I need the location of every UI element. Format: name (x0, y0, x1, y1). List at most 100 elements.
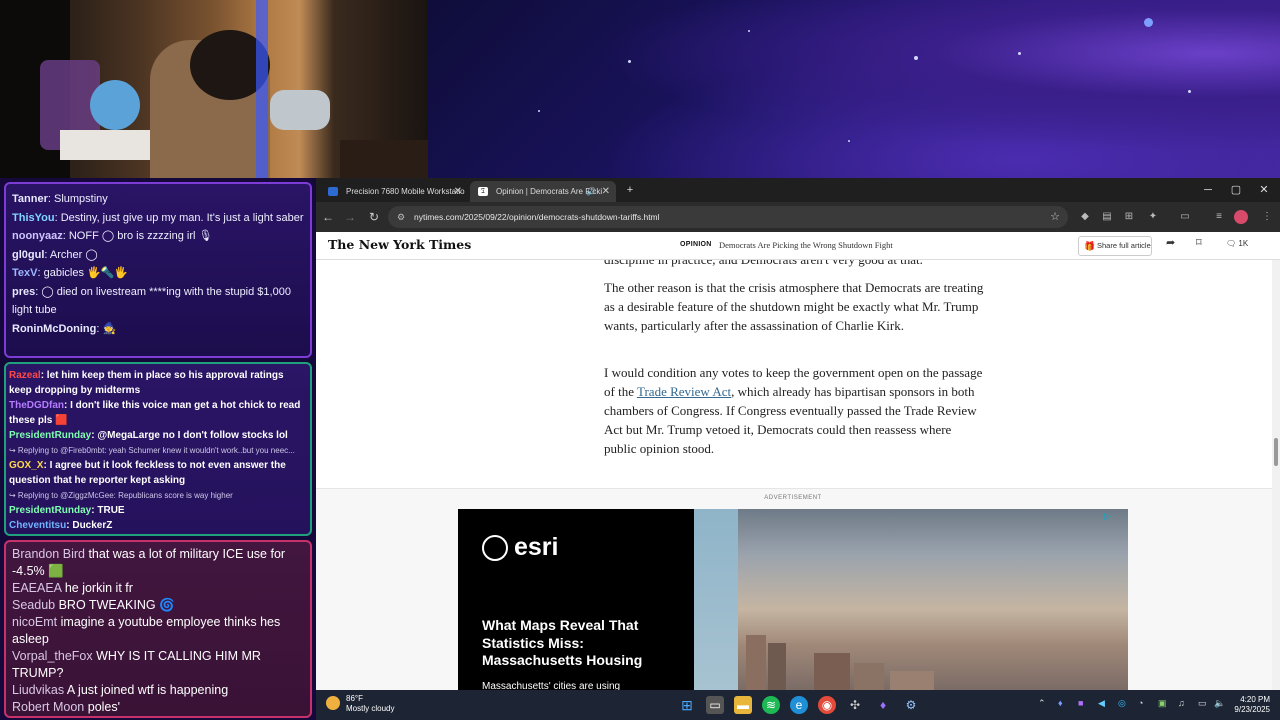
close-window-button[interactable]: ✕ (1250, 178, 1278, 202)
reload-icon[interactable]: ↻ (364, 207, 384, 227)
chat-text: Archer ◯ (49, 248, 98, 261)
tray-app-icon[interactable]: ♫ (1178, 698, 1185, 708)
chat-reply-context: ↪ Replying to @ZiggzMcGee: Republicans s… (9, 491, 233, 500)
chat-separator (151, 717, 154, 718)
tray-app-icon[interactable]: ◎ (1118, 698, 1126, 709)
tray-app-icon[interactable]: ◀ (1098, 698, 1105, 709)
sidebar-icon[interactable]: ▭ (1178, 209, 1192, 225)
chat-text: he jorkin it fr (64, 581, 133, 595)
chat-text: R L EPSTINE (154, 717, 230, 718)
chat-message: noonyaaz: NOFF ◯ bro is zzzzing irl 🎙 (12, 227, 304, 246)
article-paragraph: discipline in practice, and Democrats ar… (604, 260, 984, 269)
chat-username[interactable]: PresidentRunday (9, 430, 91, 441)
bookmark-star-icon[interactable]: ☆ (1050, 206, 1060, 228)
system-clock[interactable]: 4:20 PM 9/23/2025 (1234, 695, 1270, 715)
chat-message: Razeal: let him keep them in place so hi… (9, 368, 307, 398)
volume-icon[interactable]: 🔈 (1214, 698, 1225, 709)
chat-username[interactable]: GOX_X (9, 460, 43, 471)
audio-icon[interactable]: 🔊 (586, 181, 596, 202)
chat-username[interactable]: TexV (12, 267, 37, 279)
minimize-button[interactable]: ─ (1194, 178, 1222, 202)
chat-message: TexV: gabicles 🖐🔦🖐 (12, 264, 304, 283)
ad-title: What Maps Reveal That Statistics Miss: M… (482, 617, 643, 668)
chat-username[interactable]: Seadub (12, 598, 55, 612)
tray-app-icon[interactable]: ▣ (1158, 698, 1167, 709)
page-scrollbar[interactable] (1272, 260, 1280, 690)
chat-username[interactable]: RoninMcDoning (12, 323, 96, 335)
chat-username[interactable]: pres (12, 286, 35, 298)
scrollbar-thumb[interactable] (1274, 438, 1278, 466)
start-button-icon[interactable]: ⊞ (678, 696, 696, 714)
chat-username[interactable]: nicoEmt (12, 615, 57, 629)
chat-username[interactable]: Razeal (9, 370, 41, 381)
new-tab-button[interactable]: + (616, 178, 644, 202)
task-view-icon[interactable]: ▭ (706, 696, 724, 714)
chat-username[interactable]: ThisYou (12, 212, 55, 224)
obs-icon[interactable]: ♦ (874, 696, 892, 714)
site-info-icon[interactable]: ⚙ (397, 206, 405, 228)
extension-icon[interactable]: ⊞ (1122, 209, 1136, 225)
article-paragraph: I would condition any votes to keep the … (604, 363, 984, 458)
profile-avatar[interactable] (1234, 210, 1248, 224)
network-icon[interactable]: ▭ (1198, 698, 1207, 709)
weather-widget[interactable]: 86°F Mostly cloudy (326, 694, 394, 714)
tab-nyt-opinion[interactable]: 𝔗 Opinion | Democrats Are Picki 🔊 ✕ (470, 181, 616, 202)
gift-icon: 🎁 (1084, 241, 1096, 251)
maximize-button[interactable]: ▢ (1222, 178, 1250, 202)
share-article-button[interactable]: 🎁 Share full article (1078, 236, 1152, 256)
close-tab-icon[interactable]: ✕ (602, 181, 610, 202)
address-bar: ← → ↻ ⚙ nytimes.com/2025/09/22/opinion/d… (316, 202, 1280, 232)
save-bookmark-icon[interactable]: ⌑ (1196, 236, 1202, 249)
file-explorer-icon[interactable]: ▬ (734, 696, 752, 714)
weather-temp: 86°F (346, 694, 363, 703)
comment-count: 1K (1238, 239, 1249, 248)
clock-date: 9/23/2025 (1234, 705, 1270, 714)
nyt-logo[interactable]: The New York Times (328, 237, 471, 252)
chrome-icon[interactable]: ◉ (818, 696, 836, 714)
edge-icon[interactable]: e (790, 696, 808, 714)
extension-icon[interactable]: ▤ (1100, 209, 1114, 225)
space-background (428, 0, 1280, 178)
chat-username[interactable]: Robert Moon (12, 700, 84, 714)
chat-username[interactable]: gl0gul (12, 249, 44, 261)
spotify-icon[interactable]: ≋ (762, 696, 780, 714)
chat-username[interactable]: Tanner (12, 193, 48, 205)
back-icon[interactable]: ← (318, 207, 338, 227)
chat-text: Slumpstiny (53, 193, 108, 205)
header-headline: Democrats Are Picking the Wrong Shutdown… (719, 240, 893, 250)
chat-username[interactable]: Cheventitsu (9, 520, 66, 531)
tab-precision[interactable]: Precision 7680 Mobile Workstatio ✕ (320, 181, 468, 202)
extension-icon[interactable]: ◆ (1078, 209, 1092, 225)
tray-app-icon[interactable]: ■ (1078, 698, 1083, 708)
chat-message: Robert Moon poles' (12, 699, 304, 716)
chat-username[interactable]: EAEAEA (12, 581, 61, 595)
tray-app-icon[interactable]: ♦ (1058, 698, 1063, 708)
chat-username[interactable]: Vorpal_theFox (12, 649, 93, 663)
adchoices-icon[interactable]: ▷⋮ (1104, 511, 1120, 522)
comment-icon: 🗨 (1226, 239, 1237, 248)
trade-review-act-link[interactable]: Trade Review Act (637, 384, 731, 399)
chat-username[interactable]: Liudvikas (12, 683, 64, 697)
media-control-icon[interactable]: ≡ (1212, 209, 1226, 225)
chat-reply-context: ↪ Replying to @Fireb0mbt: yeah Schumer k… (9, 446, 295, 455)
esri-ad[interactable]: esri What Maps Reveal That Statistics Mi… (458, 509, 1128, 691)
chat-username[interactable]: TheDGDfan (9, 400, 64, 411)
tray-app-icon[interactable]: ◔ (1138, 698, 1143, 708)
steam-icon[interactable]: ⚙ (902, 696, 920, 714)
partly-cloudy-icon (326, 696, 340, 710)
forward-icon[interactable]: → (340, 207, 360, 227)
tab-label: Precision 7680 Mobile Workstatio (346, 187, 465, 196)
tray-chevron-icon[interactable]: ⌃ (1038, 698, 1046, 709)
menu-dots-icon[interactable]: ⋮ (1260, 209, 1274, 225)
extensions-puzzle-icon[interactable]: ✦ (1146, 209, 1160, 225)
chat-username[interactable]: Brandon Bird (12, 547, 85, 561)
chat-username[interactable]: PresidentRunday (9, 505, 91, 516)
url-field[interactable]: ⚙ nytimes.com/2025/09/22/opinion/democra… (388, 206, 1068, 228)
section-label[interactable]: OPINION (680, 241, 712, 248)
share-arrow-icon[interactable]: ➦ (1166, 236, 1175, 249)
chat-username[interactable]: noonyaaz (12, 230, 63, 242)
app-icon[interactable]: ✣ (846, 696, 864, 714)
close-tab-icon[interactable]: ✕ (454, 181, 462, 202)
chat-username[interactable]: Kevin Tejada (EpicKevin) (12, 717, 151, 718)
comments-button[interactable]: 🗨 1K (1226, 239, 1248, 248)
